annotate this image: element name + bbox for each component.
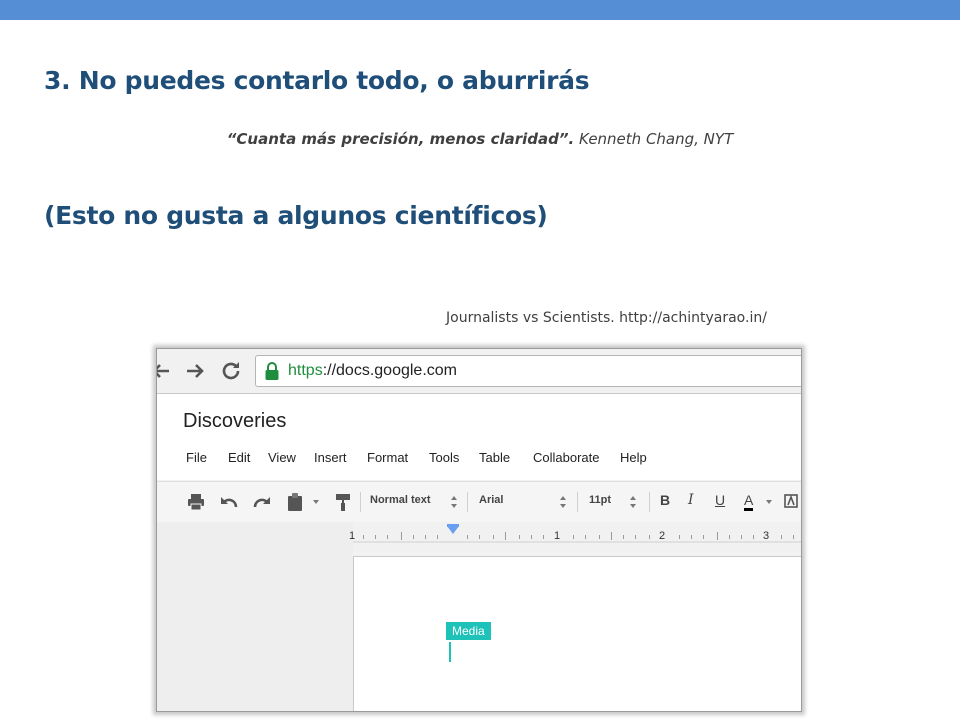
ruler-number: 3 [763,530,770,542]
address-bar[interactable]: https://docs.google.com [255,355,801,387]
toolbar-divider [649,492,650,512]
italic-button[interactable]: I [688,492,694,508]
toolbar-divider [577,492,578,512]
font-size-select[interactable]: 11pt [589,490,639,514]
highlight-color-icon[interactable] [783,492,802,512]
redo-icon[interactable] [252,492,272,512]
url-host: ://docs.google.com [322,362,457,379]
ruler-ticks [353,524,801,543]
slide-title: 3. No puedes contarlo todo, o aburrirás [44,66,590,95]
left-gutter [157,522,353,711]
paste-icon[interactable] [285,492,305,512]
font-family-value: Arial [479,494,504,506]
toolbar-divider [360,492,361,512]
reload-icon[interactable] [219,359,243,383]
text-color-button[interactable]: A [744,492,754,511]
font-family-select[interactable]: Arial [479,490,569,514]
menu-view[interactable]: View [268,450,296,465]
underline-button[interactable]: U [715,492,725,508]
updown-icon [560,496,566,508]
menu-table[interactable]: Table [479,450,510,465]
slide-subtitle: (Esto no gusta a algunos científicos) [44,201,548,230]
ruler-number: 2 [659,530,666,542]
url-text: https://docs.google.com [288,362,457,380]
menu-file[interactable]: File [186,450,207,465]
image-caption: Journalists vs Scientists. http://achint… [446,310,767,326]
chevron-down-icon[interactable] [764,492,774,512]
updown-icon [630,496,636,508]
menu-format[interactable]: Format [367,450,408,465]
ruler-number: 1 [554,530,561,542]
quote-line: “Cuanta más precisión, menos claridad”. … [0,130,960,148]
docs-screenshot: https://docs.google.com Discoveries File… [156,348,802,712]
paragraph-style-select[interactable]: Normal text [370,490,460,514]
indent-marker-icon[interactable] [447,526,459,534]
print-icon[interactable] [186,492,206,512]
ruler[interactable]: 1 1 2 3 [349,522,801,552]
menu-tools[interactable]: Tools [429,450,459,465]
menu-help[interactable]: Help [620,450,647,465]
chevron-down-icon[interactable] [311,492,321,512]
paragraph-style-value: Normal text [370,494,431,506]
updown-icon [451,496,457,508]
undo-icon[interactable] [219,492,239,512]
collaborator-label: Media [446,622,491,640]
lock-icon [265,362,279,380]
font-size-value: 11pt [589,494,612,506]
url-scheme: https [288,362,323,379]
menu-insert[interactable]: Insert [314,450,347,465]
back-arrow-icon[interactable] [156,359,173,383]
document-title[interactable]: Discoveries [183,410,286,433]
document-page[interactable]: Media [353,556,801,711]
quote-text: “Cuanta más precisión, menos claridad”. [226,130,575,148]
collaborator-cursor [449,642,451,662]
toolbar-divider [467,492,468,512]
browser-toolbar: https://docs.google.com [157,349,801,394]
paint-format-icon[interactable] [333,492,353,512]
top-accent-bar [0,0,960,20]
menu-edit[interactable]: Edit [228,450,250,465]
bold-button[interactable]: B [660,492,670,508]
ruler-number: 1 [349,530,356,542]
forward-arrow-icon[interactable] [183,359,207,383]
quote-author: Kenneth Chang, NYT [579,130,734,148]
menu-collaborate[interactable]: Collaborate [533,450,600,465]
docs-header: Discoveries File Edit View Insert Format… [157,394,801,480]
docs-toolbar: Normal text Arial 11pt B I U A [157,481,801,523]
